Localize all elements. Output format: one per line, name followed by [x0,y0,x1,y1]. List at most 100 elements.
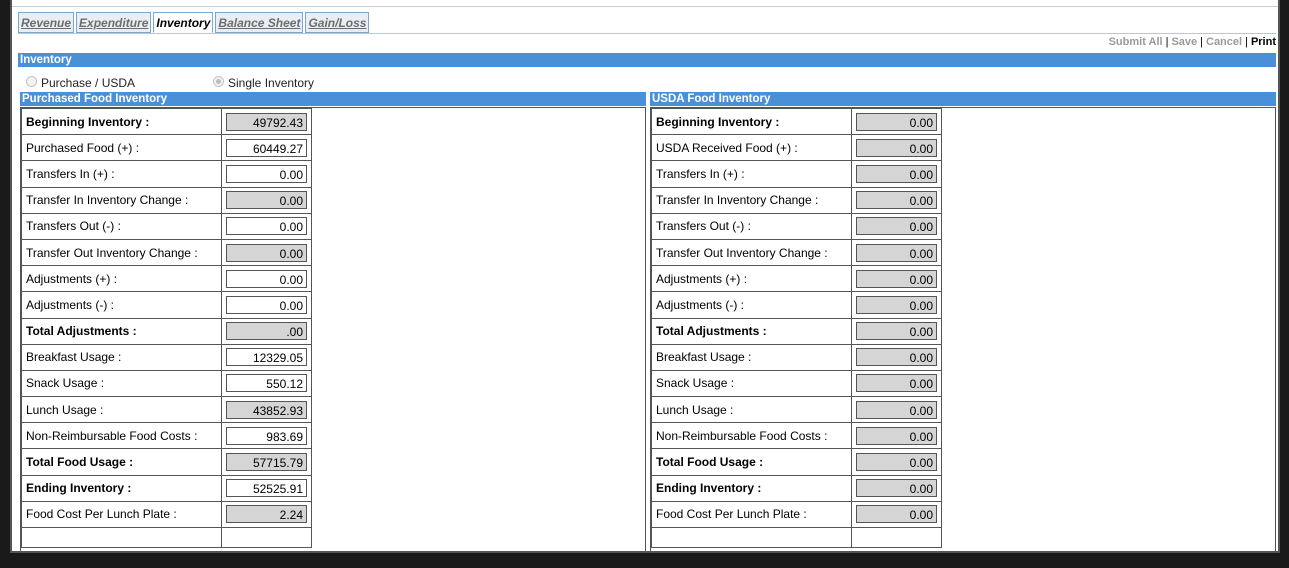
field-label: Non-Reimbursable Food Costs : [21,422,222,450]
value-cell: 0.00 [851,396,942,424]
empty-cell [221,527,312,548]
readonly-value-field: 0.00 [856,164,937,183]
table-row: Transfers In (+) :0.00 [651,160,942,188]
field-label: Beginning Inventory : [21,107,222,136]
value-cell: 0.00 [851,448,942,476]
readonly-value-field: 0.00 [856,191,937,210]
value-cell: 0.00 [851,238,942,267]
value-input[interactable]: 0.00 [226,269,307,288]
field-label: Snack Usage : [651,369,852,398]
table-row: Total Adjustments : .00 [21,317,312,345]
field-label: Snack Usage : [21,369,222,398]
purchased-food-panel: Beginning Inventory :49792.43 Purchased F… [20,107,646,551]
inventory-section-header: Inventory [18,53,1276,67]
table-row: Snack Usage :550.12 [21,369,312,398]
tab-gain-loss[interactable]: Gain/Loss [305,12,370,33]
field-label: Food Cost Per Lunch Plate : [21,500,222,529]
readonly-value-field: 0.00 [856,374,937,393]
readonly-value-field: 0.00 [856,217,937,236]
field-label: Transfer Out Inventory Change : [21,238,222,267]
tab-expenditure[interactable]: Expenditure [76,12,152,33]
tab-divider [18,33,1276,34]
readonly-value-field: 0.00 [856,426,937,445]
table-row: Transfer In Inventory Change :0.00 [651,186,942,214]
table-row: Adjustments (+) :0.00 [21,265,312,293]
readonly-value-field: 57715.79 [226,453,307,472]
table-row: Transfer Out Inventory Change :0.00 [21,238,312,267]
table-row: Total Food Usage :57715.79 [21,448,312,476]
value-cell: 0.00 [851,107,942,136]
value-cell: 0.00 [851,265,942,293]
field-label: Lunch Usage : [21,396,222,424]
empty-cell [651,527,852,548]
usda-food-header: USDA Food Inventory [650,92,1276,106]
readonly-value-field: 0.00 [856,348,937,367]
value-input[interactable]: 12329.05 [226,348,307,367]
value-cell: 49792.43 [221,107,312,136]
readonly-value-field: 0.00 [856,505,937,524]
save-link[interactable]: Save [1171,36,1197,48]
value-cell: 0.00 [221,291,312,319]
value-input[interactable]: 52525.91 [226,479,307,498]
readonly-value-field: 43852.93 [226,400,307,419]
value-cell: 0.00 [221,238,312,267]
value-cell: 0.00 [851,212,942,240]
value-cell: 0.00 [851,317,942,345]
readonly-value-field: 0.00 [856,269,937,288]
action-links: Submit All | Save | Cancel | Print [1109,36,1276,50]
radio-single-inventory[interactable]: Single Inventory [213,72,314,90]
value-cell: 0.00 [851,369,942,398]
value-cell: 0.00 [851,186,942,214]
print-link[interactable]: Print [1251,36,1276,48]
tab-bar: Revenue Expenditure Inventory Balance Sh… [18,12,370,33]
readonly-value-field: 0.00 [226,243,307,262]
value-cell: 60449.27 [221,134,312,162]
empty-row [21,527,312,548]
table-row: Adjustments (-) :0.00 [21,291,312,319]
table-row: Breakfast Usage :0.00 [651,343,942,371]
table-row: Total Food Usage :0.00 [651,448,942,476]
value-cell: 0.00 [221,265,312,293]
value-input[interactable]: 60449.27 [226,138,307,157]
value-cell: 0.00 [851,343,942,371]
value-cell: 0.00 [851,422,942,450]
table-row: Snack Usage :0.00 [651,369,942,398]
field-label: Adjustments (-) : [651,291,852,319]
field-label: Breakfast Usage : [21,343,222,371]
field-label: Total Food Usage : [651,448,852,476]
value-input[interactable]: 550.12 [226,374,307,393]
table-row: Non-Reimbursable Food Costs :983.69 [21,422,312,450]
readonly-value-field: 0.00 [856,138,937,157]
cancel-link[interactable]: Cancel [1206,36,1242,48]
radio-purchase-usda[interactable]: Purchase / USDA [26,72,135,90]
readonly-value-field: 0.00 [856,453,937,472]
value-cell: 0.00 [221,186,312,214]
readonly-value-field: 49792.43 [226,112,307,131]
value-input[interactable]: 0.00 [226,217,307,236]
value-cell: 0.00 [221,160,312,188]
value-input[interactable]: 0.00 [226,164,307,183]
value-cell: 12329.05 [221,343,312,371]
tab-inventory[interactable]: Inventory [153,12,214,33]
radio-button-icon[interactable] [26,75,37,87]
value-input[interactable]: 0.00 [226,295,307,314]
radio-button-icon[interactable] [213,75,224,87]
tab-revenue[interactable]: Revenue [18,12,75,33]
tab-balance-sheet[interactable]: Balance Sheet [215,12,304,33]
table-row: Ending Inventory :52525.91 [21,474,312,502]
field-label: Ending Inventory : [651,474,852,502]
table-row: Adjustments (+) :0.00 [651,265,942,293]
table-row: Purchased Food (+) :60449.27 [21,134,312,162]
value-cell: 0.00 [851,291,942,319]
field-label: Total Adjustments : [651,317,852,345]
table-row: Breakfast Usage :12329.05 [21,343,312,371]
table-row: Transfer Out Inventory Change :0.00 [651,238,942,267]
value-input[interactable]: 983.69 [226,426,307,445]
top-strip [12,0,1278,7]
readonly-value-field: 0.00 [856,322,937,341]
field-label: Breakfast Usage : [651,343,852,371]
field-label: Transfer In Inventory Change : [651,186,852,214]
submit-all-link[interactable]: Submit All [1109,36,1163,48]
table-row: Beginning Inventory :0.00 [651,107,942,136]
field-label: Total Food Usage : [21,448,222,476]
